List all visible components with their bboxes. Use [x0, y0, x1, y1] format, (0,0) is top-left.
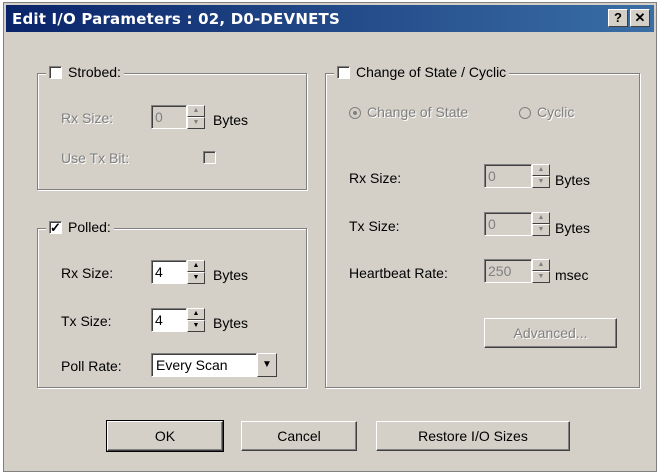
strobed-rx-size-spinner[interactable]: 0 ▲ ▼ [151, 105, 205, 129]
strobed-group: Strobed: Rx Size: 0 ▲ ▼ Bytes Use Tx Bit: [37, 64, 307, 190]
spin-down-icon[interactable]: ▼ [532, 224, 550, 236]
strobed-rx-size-label: Rx Size: [61, 110, 114, 126]
cancel-button[interactable]: Cancel [241, 421, 357, 451]
cos-rx-size-label: Rx Size: [349, 170, 402, 186]
polled-rx-size-label: Rx Size: [61, 265, 114, 281]
polled-rx-size-field[interactable]: 4 [151, 260, 187, 284]
spin-down-icon[interactable]: ▼ [532, 271, 550, 283]
window-title: Edit I/O Parameters : 02, D0-DEVNETS [12, 10, 340, 28]
strobed-rx-size-field[interactable]: 0 [151, 105, 187, 129]
polled-tx-size-spinner[interactable]: 4 ▲ ▼ [151, 308, 205, 332]
cos-rx-size-spinner[interactable]: 0 ▲ ▼ [484, 164, 550, 188]
cos-rx-size-field[interactable]: 0 [484, 164, 532, 188]
radio-selected-icon [349, 107, 361, 120]
cos-tx-size-field[interactable]: 0 [484, 212, 532, 236]
ok-button[interactable]: OK [106, 420, 224, 452]
restore-io-sizes-button[interactable]: Restore I/O Sizes [376, 421, 570, 451]
strobed-label: Strobed: [68, 64, 121, 80]
help-button[interactable]: ? [608, 9, 628, 27]
spin-down-icon[interactable]: ▼ [187, 320, 205, 332]
spin-up-icon[interactable]: ▲ [187, 105, 205, 117]
spin-up-icon[interactable]: ▲ [532, 164, 550, 176]
poll-rate-value[interactable]: Every Scan [151, 353, 257, 377]
cos-checkbox[interactable] [337, 65, 350, 79]
polled-rx-unit: Bytes [213, 267, 249, 283]
heartbeat-rate-spinner[interactable]: 250 ▲ ▼ [484, 259, 550, 283]
cos-tx-size-label: Tx Size: [349, 218, 400, 234]
poll-rate-dropdown[interactable]: Every Scan ▼ [151, 353, 277, 377]
spin-up-icon[interactable]: ▲ [532, 212, 550, 224]
radio-cyclic[interactable]: Cyclic [519, 104, 574, 120]
spin-up-icon[interactable]: ▲ [187, 308, 205, 320]
dropdown-arrow-icon[interactable]: ▼ [257, 353, 277, 377]
cos-rx-unit: Bytes [555, 172, 591, 188]
polled-group: ✓ Polled: Rx Size: 4 ▲ ▼ Bytes Tx Size: 4… [37, 219, 307, 388]
polled-tx-unit: Bytes [213, 315, 249, 331]
radio-unselected-icon [519, 107, 531, 120]
heartbeat-rate-label: Heartbeat Rate: [349, 265, 448, 281]
cos-label: Change of State / Cyclic [356, 64, 507, 80]
heartbeat-rate-field[interactable]: 250 [484, 259, 532, 283]
close-button[interactable]: ✕ [630, 9, 650, 27]
cos-tx-size-spinner[interactable]: 0 ▲ ▼ [484, 212, 550, 236]
spin-up-icon[interactable]: ▲ [532, 259, 550, 271]
advanced-button[interactable]: Advanced... [484, 318, 617, 348]
radio-cos-label: Change of State [367, 104, 469, 120]
cos-tx-unit: Bytes [555, 220, 591, 236]
edit-io-parameters-dialog: Edit I/O Parameters : 02, D0-DEVNETS ? ✕… [3, 2, 657, 472]
heartbeat-unit: msec [555, 267, 589, 283]
radio-cyclic-label: Cyclic [537, 104, 575, 120]
polled-legend: ✓ Polled: [46, 219, 114, 235]
strobed-checkbox[interactable] [49, 65, 62, 79]
polled-rx-size-spinner[interactable]: 4 ▲ ▼ [151, 260, 205, 284]
polled-checkbox[interactable]: ✓ [49, 220, 62, 234]
polled-tx-size-field[interactable]: 4 [151, 308, 187, 332]
strobed-legend: Strobed: [46, 64, 124, 80]
radio-change-of-state[interactable]: Change of State [349, 104, 468, 120]
title-bar[interactable]: Edit I/O Parameters : 02, D0-DEVNETS ? ✕ [6, 5, 654, 32]
spin-down-icon[interactable]: ▼ [187, 117, 205, 129]
use-tx-bit-checkbox[interactable] [203, 151, 216, 164]
use-tx-bit-label: Use Tx Bit: [61, 150, 130, 166]
cos-legend: Change of State / Cyclic [334, 64, 510, 80]
poll-rate-label: Poll Rate: [61, 358, 122, 374]
strobed-rx-unit: Bytes [213, 112, 249, 128]
spin-up-icon[interactable]: ▲ [187, 260, 205, 272]
polled-tx-size-label: Tx Size: [61, 313, 112, 329]
spin-down-icon[interactable]: ▼ [532, 176, 550, 188]
polled-label: Polled: [68, 219, 111, 235]
spin-down-icon[interactable]: ▼ [187, 272, 205, 284]
cos-cyclic-group: Change of State / Cyclic Change of State… [325, 64, 640, 388]
